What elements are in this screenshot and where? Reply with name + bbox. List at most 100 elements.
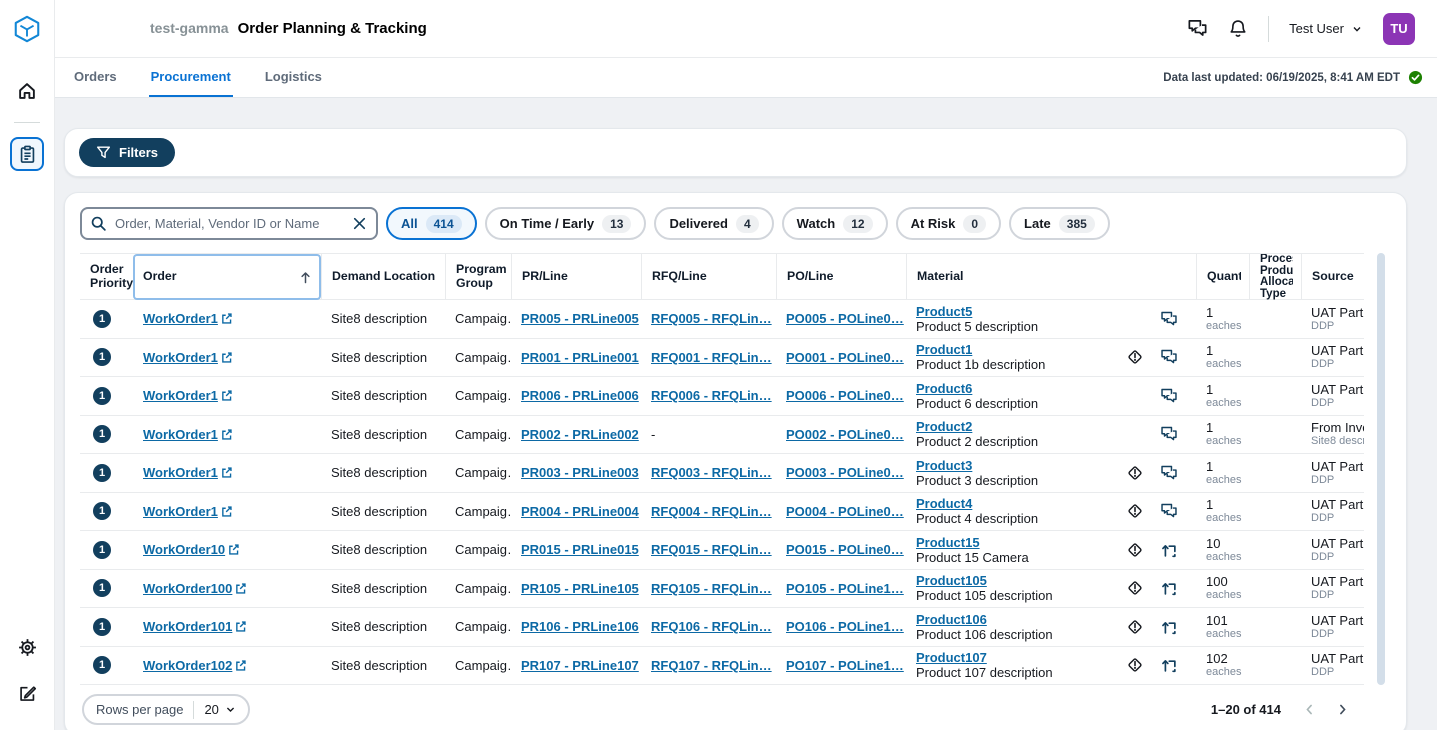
material-link[interactable]: Product2 — [916, 419, 972, 434]
material-link[interactable]: Product15 — [916, 535, 980, 550]
order-link[interactable]: WorkOrder100 — [143, 581, 247, 596]
comments-icon[interactable] — [1160, 464, 1178, 482]
previous-page-button[interactable] — [1303, 703, 1316, 716]
comments-icon[interactable] — [1160, 387, 1178, 405]
clear-search-icon[interactable] — [351, 215, 368, 232]
po-line-link[interactable]: PO004 - POLine0… — [786, 504, 906, 519]
col-order-priority[interactable]: Order Priority — [80, 254, 133, 300]
po-line-link[interactable]: PO015 - POLine0… — [786, 542, 906, 557]
rfq-line-link[interactable]: RFQ001 - RFQLin… — [651, 350, 776, 365]
reroute-icon[interactable] — [1160, 541, 1178, 559]
material-link[interactable]: Product6 — [916, 381, 972, 396]
notifications-bell-icon[interactable] — [1228, 19, 1248, 39]
filter-pill-delivered[interactable]: Delivered4 — [654, 207, 773, 240]
col-order-sorted[interactable]: Order — [133, 254, 321, 300]
rfq-line-link[interactable]: RFQ105 - RFQLin… — [651, 581, 776, 596]
order-link[interactable]: WorkOrder1 — [143, 504, 233, 519]
rfq-line-link[interactable]: RFQ005 - RFQLin… — [651, 311, 776, 326]
risk-alert-icon[interactable] — [1126, 464, 1144, 482]
po-line-link[interactable]: PO006 - POLine0… — [786, 388, 906, 403]
user-menu[interactable]: Test User — [1289, 21, 1363, 36]
col-program-group[interactable]: Program Group — [445, 254, 511, 300]
order-link[interactable]: WorkOrder102 — [143, 658, 247, 673]
pr-line-link[interactable]: PR005 - PRLine005 — [521, 311, 641, 326]
filter-pill-watch[interactable]: Watch12 — [782, 207, 888, 240]
risk-alert-icon[interactable] — [1126, 656, 1144, 674]
filters-button[interactable]: Filters — [79, 138, 175, 167]
comments-icon[interactable] — [1160, 310, 1178, 328]
order-link[interactable]: WorkOrder1 — [143, 311, 233, 326]
rfq-line-link[interactable]: RFQ003 - RFQLin… — [651, 465, 776, 480]
risk-alert-icon[interactable] — [1126, 541, 1144, 559]
pr-line-link[interactable]: PR006 - PRLine006 — [521, 388, 641, 403]
material-link[interactable]: Product106 — [916, 612, 987, 627]
tab-orders[interactable]: Orders — [72, 58, 119, 97]
comments-icon[interactable] — [1160, 502, 1178, 520]
rfq-line-link[interactable]: RFQ004 - RFQLin… — [651, 504, 776, 519]
col-source[interactable]: Source — [1301, 254, 1364, 300]
pr-line-link[interactable]: PR015 - PRLine015 — [521, 542, 641, 557]
col-rfq-line[interactable]: RFQ/Line — [641, 254, 776, 300]
material-link[interactable]: Product105 — [916, 573, 987, 588]
material-link[interactable]: Product107 — [916, 650, 987, 665]
material-link[interactable]: Product4 — [916, 496, 972, 511]
app-logo-icon[interactable] — [12, 14, 42, 44]
pr-line-link[interactable]: PR001 - PRLine001 — [521, 350, 641, 365]
order-link[interactable]: WorkOrder1 — [143, 465, 233, 480]
po-line-link[interactable]: PO106 - POLine1… — [786, 619, 906, 634]
pr-line-link[interactable]: PR003 - PRLine003 — [521, 465, 641, 480]
tab-logistics[interactable]: Logistics — [263, 58, 324, 97]
search-input[interactable] — [80, 207, 378, 240]
rfq-line-link[interactable]: RFQ015 - RFQLin… — [651, 542, 776, 557]
pr-line-link[interactable]: PR004 - PRLine004 — [521, 504, 641, 519]
avatar[interactable]: TU — [1383, 13, 1415, 45]
rfq-line-link[interactable]: RFQ107 - RFQLin… — [651, 658, 776, 673]
risk-alert-icon[interactable] — [1126, 618, 1144, 636]
po-line-link[interactable]: PO005 - POLine0… — [786, 311, 906, 326]
po-line-link[interactable]: PO003 - POLine0… — [786, 465, 906, 480]
col-po-line[interactable]: PO/Line — [776, 254, 906, 300]
sidebar-item-home[interactable] — [10, 74, 44, 108]
pr-line-link[interactable]: PR107 - PRLine107 — [521, 658, 641, 673]
comments-icon[interactable] — [1160, 425, 1178, 443]
table-scrollbar[interactable] — [1377, 253, 1385, 685]
sidebar-item-order-tracking[interactable] — [10, 137, 44, 171]
rfq-line-link[interactable]: RFQ106 - RFQLin… — [651, 619, 776, 634]
risk-alert-icon[interactable] — [1126, 502, 1144, 520]
col-process-product-allocation-type[interactable]: Process Product Allocation Type — [1249, 254, 1301, 300]
chat-bubbles-icon[interactable] — [1187, 18, 1208, 39]
pr-line-link[interactable]: PR002 - PRLine002 — [521, 427, 641, 442]
filter-pill-all[interactable]: All414 — [386, 207, 477, 240]
order-link[interactable]: WorkOrder1 — [143, 388, 233, 403]
pr-line-link[interactable]: PR106 - PRLine106 — [521, 619, 641, 634]
reroute-icon[interactable] — [1160, 618, 1178, 636]
po-line-link[interactable]: PO001 - POLine0… — [786, 350, 906, 365]
col-pr-line[interactable]: PR/Line — [511, 254, 641, 300]
col-demand-location[interactable]: Demand Location — [321, 254, 445, 300]
comments-icon[interactable] — [1160, 348, 1178, 366]
po-line-link[interactable]: PO107 - POLine1… — [786, 658, 906, 673]
material-link[interactable]: Product3 — [916, 458, 972, 473]
order-link[interactable]: WorkOrder1 — [143, 350, 233, 365]
rows-per-page-select[interactable]: Rows per page 20 — [82, 694, 250, 725]
col-material[interactable]: Material — [906, 254, 1196, 300]
risk-alert-icon[interactable] — [1126, 348, 1144, 366]
material-link[interactable]: Product5 — [916, 304, 972, 319]
pr-line-link[interactable]: PR105 - PRLine105 — [521, 581, 641, 596]
filter-pill-on-time-early[interactable]: On Time / Early13 — [485, 207, 647, 240]
sidebar-item-settings[interactable] — [10, 630, 44, 664]
rfq-line-link[interactable]: RFQ006 - RFQLin… — [651, 388, 776, 403]
next-page-button[interactable] — [1336, 703, 1349, 716]
filter-pill-late[interactable]: Late385 — [1009, 207, 1110, 240]
risk-alert-icon[interactable] — [1126, 579, 1144, 597]
sidebar-item-feedback[interactable] — [10, 676, 44, 710]
reroute-icon[interactable] — [1160, 579, 1178, 597]
col-quantity-uom[interactable]: Quantity/UOM — [1196, 254, 1249, 300]
filter-pill-at-risk[interactable]: At Risk0 — [896, 207, 1001, 240]
po-line-link[interactable]: PO002 - POLine0… — [786, 427, 906, 442]
order-link[interactable]: WorkOrder101 — [143, 619, 247, 634]
order-link[interactable]: WorkOrder10 — [143, 542, 240, 557]
tab-procurement[interactable]: Procurement — [149, 58, 233, 97]
material-link[interactable]: Product1 — [916, 342, 972, 357]
po-line-link[interactable]: PO105 - POLine1… — [786, 581, 906, 596]
